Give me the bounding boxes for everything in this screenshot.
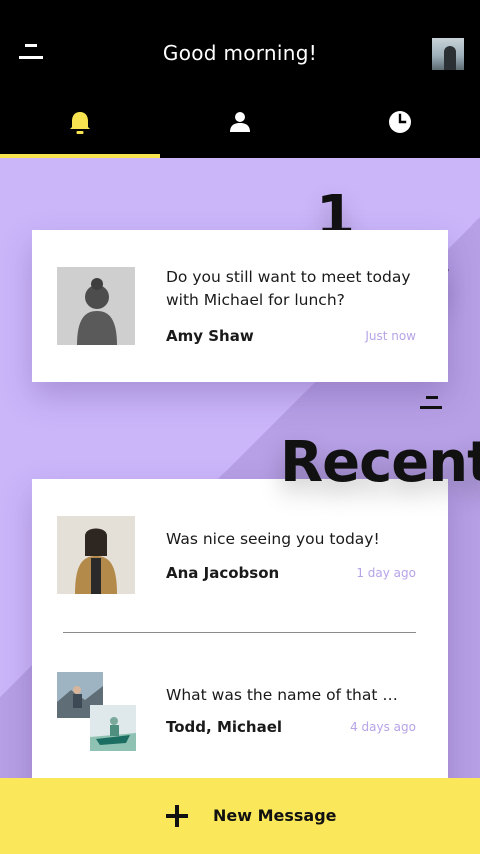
list-divider [63,632,416,633]
new-messages-card: Do you still want to meet today with Mic… [32,230,448,382]
bell-icon [70,112,90,134]
message-item[interactable]: Was nice seeing you today! Ana Jacobson … [32,479,448,629]
tab-notifications[interactable] [0,88,160,158]
profile-avatar[interactable] [432,38,464,70]
user-icon [230,112,250,132]
section-divider-mark [420,396,444,412]
message-time: 4 days ago [350,720,416,734]
recent-messages-card: Was nice seeing you today! Ana Jacobson … [32,479,448,778]
sender-photo [90,705,136,751]
recent-section-heading: Recent [280,430,480,495]
page-title: Good morning! [162,41,318,65]
tab-bar [0,88,480,158]
tab-history[interactable] [320,88,480,158]
sender-name: Amy Shaw [166,327,254,345]
sender-photo [57,516,135,594]
message-text: Was nice seeing you today! [166,530,380,548]
sender-photo [57,267,135,345]
message-time: 1 day ago [356,566,416,580]
clock-icon [389,111,411,133]
new-message-button[interactable]: New Message [0,778,480,854]
message-text: What was the name of that … [166,686,398,704]
app-header: Good morning! [0,0,480,158]
message-text: Do you still want to meet today with Mic… [166,268,411,309]
sender-name: Ana Jacobson [166,564,280,582]
message-item[interactable]: What was the name of that … Todd, Michae… [32,649,448,778]
sender-name: Todd, Michael [166,718,283,736]
tab-contacts[interactable] [160,88,320,158]
footer-bar: New Message [0,778,480,854]
messages-area: 1 New Do you still want to meet today wi… [0,158,480,778]
plus-icon [166,805,188,827]
message-time: Just now [365,329,416,343]
new-message-label: New Message [213,806,337,825]
message-item[interactable]: Do you still want to meet today with Mic… [32,230,448,382]
